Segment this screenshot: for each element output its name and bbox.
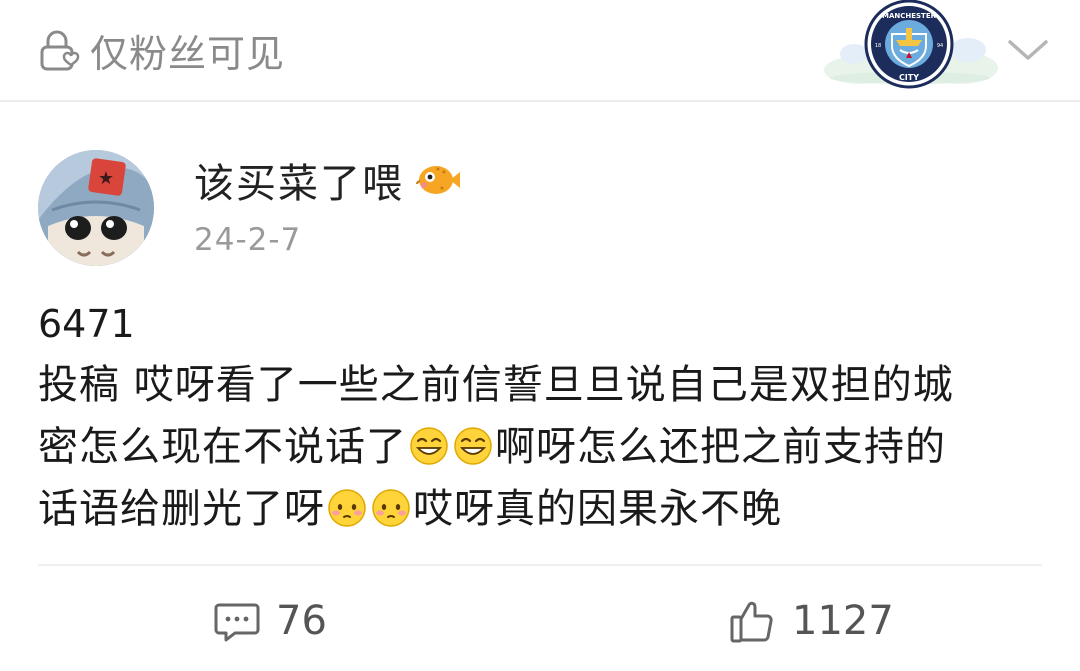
pufferfish-icon [416,166,460,194]
top-bar: 仅粉丝可见 MANCHESTER CITY 18 94 [0,0,1080,102]
post-body: 投稿 哎呀看了一些之前信誓旦旦说自己是双担的城 密怎么现在不说话了 啊呀怎么还把… [38,354,1048,540]
grin-emoji-icon [454,427,492,465]
post-line-3-text-b: 哎呀真的因果永不晚 [413,486,782,532]
divider [38,564,1042,566]
post-line-1-text: 投稿 哎呀看了一些之前信誓旦旦说自己是双担的城 [38,362,954,408]
manchester-city-badge-icon: MANCHESTER CITY 18 94 [824,0,998,89]
like-button[interactable]: 1127 [728,596,894,646]
comment-count: 76 [276,598,327,644]
blush-emoji-icon [328,489,366,527]
badge-text-bottom: CITY [899,73,919,82]
grin-emoji-icon [410,427,448,465]
avatar[interactable]: ★ [38,150,154,266]
post-line-1: 投稿 哎呀看了一些之前信誓旦旦说自己是双担的城 [38,354,1048,416]
username-text: 该买菜了喂 [194,161,404,207]
post-line-3-text-a: 话语给删光了呀 [38,486,325,532]
comment-button[interactable]: 76 [214,596,327,646]
post-line-3: 话语给删光了呀 哎呀真的因果永不晚 [38,478,1048,540]
post-date: 24-2-7 [194,222,302,258]
post-line-2-text-b: 啊呀怎么还把之前支持的 [495,424,946,470]
cat-avatar-icon: ★ [38,150,154,266]
post-line-2: 密怎么现在不说话了 啊呀怎么还把之前支持的 [38,416,1048,478]
comment-icon [214,603,260,642]
visibility-indicator: 仅粉丝可见 [38,24,285,76]
fans-only-lock-icon [40,30,80,71]
username[interactable]: 该买菜了喂 [194,150,462,210]
badge-text-top: MANCHESTER [882,12,937,20]
badge-year-left: 18 [875,43,881,49]
post-number: 6471 [38,302,135,346]
fan-badge[interactable]: MANCHESTER CITY 18 94 [820,0,1000,98]
thumbs-up-icon [730,601,773,643]
svg-text:★: ★ [98,168,114,189]
post-line-2-text-a: 密怎么现在不说话了 [38,424,407,470]
chevron-down-icon[interactable] [1004,30,1052,70]
like-count: 1127 [792,598,894,644]
visibility-label: 仅粉丝可见 [90,31,286,76]
badge-year-right: 94 [937,43,943,49]
blush-emoji-icon [372,489,410,527]
